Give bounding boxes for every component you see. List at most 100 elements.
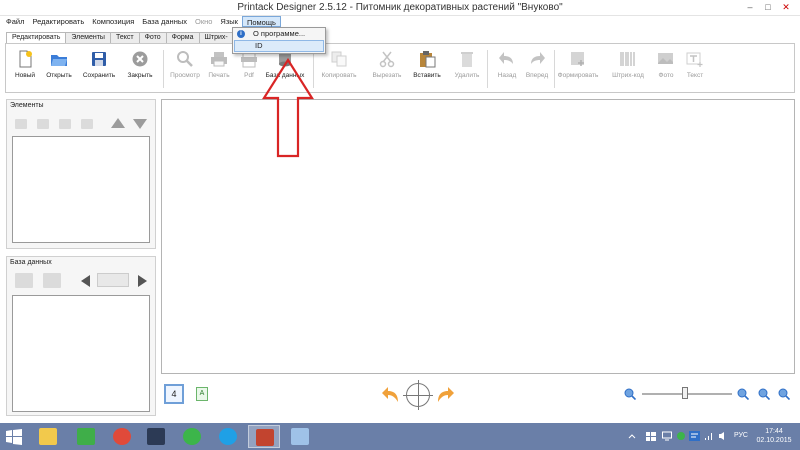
window-title: Printack Designer 2.5.12 - Питомник деко…	[237, 2, 563, 13]
elements-panel: Элементы	[6, 99, 156, 249]
close-window-button[interactable]: ✕	[778, 1, 794, 13]
edit-element-icon[interactable]	[59, 119, 71, 129]
delete-button[interactable]: Удалить	[450, 50, 484, 79]
zoom-out-icon[interactable]	[624, 388, 636, 400]
menu-file[interactable]: Файл	[2, 16, 28, 27]
record-field[interactable]	[97, 273, 129, 287]
add-element-icon[interactable]	[15, 119, 27, 129]
tab-elements[interactable]: Элементы	[65, 32, 111, 43]
clock-time: 17:44	[765, 428, 783, 435]
floppy-disk-icon	[90, 50, 108, 68]
chrome-icon	[113, 428, 131, 445]
cut-button[interactable]: Вырезать	[370, 50, 404, 79]
menu-item-id[interactable]: ID	[234, 40, 324, 52]
rotate-right-icon[interactable]	[434, 384, 456, 406]
toolbar-separator	[554, 50, 555, 88]
close-circle-icon	[131, 50, 149, 68]
clipboard-icon	[418, 50, 436, 68]
trash-icon	[458, 50, 476, 68]
design-canvas[interactable]	[161, 99, 795, 374]
barcode-icon	[619, 50, 637, 68]
format-button[interactable]: Формировать	[558, 50, 598, 79]
previous-record-icon[interactable]	[81, 275, 90, 287]
undo-arrow-icon	[498, 50, 516, 68]
input-language[interactable]: РУС	[734, 432, 748, 439]
photo-viewer-icon	[147, 428, 165, 445]
close-button[interactable]: Закрыть	[123, 50, 157, 79]
taskbar-chrome[interactable]	[106, 425, 138, 448]
toolbar-separator	[163, 50, 164, 88]
zoom-fit-icon[interactable]	[758, 388, 770, 400]
db-connect-icon[interactable]	[15, 273, 33, 288]
taskbar-paint[interactable]	[284, 425, 316, 448]
ribbon-tabs: Редактировать Элементы Текст Фото Форма …	[6, 32, 234, 44]
menu-database[interactable]: База данных	[138, 16, 191, 27]
menu-language[interactable]: Язык	[216, 16, 242, 27]
database-panel-title: База данных	[10, 259, 52, 266]
clock[interactable]: 17:44 02.10.2015	[754, 427, 794, 445]
next-record-icon[interactable]	[138, 275, 147, 287]
network-tray-icon[interactable]	[704, 431, 714, 441]
clock-date: 02.10.2015	[756, 437, 792, 444]
tray-expand-icon[interactable]	[628, 432, 636, 440]
text-frame-icon	[686, 50, 704, 68]
windows-flag-tray-icon[interactable]	[646, 431, 656, 441]
taskbar-explorer[interactable]	[32, 425, 64, 448]
tab-photo[interactable]: Фото	[138, 32, 167, 43]
zoom-slider-thumb[interactable]	[682, 387, 688, 399]
monitor-tray-icon[interactable]	[662, 431, 672, 441]
taskbar-photos[interactable]	[140, 425, 172, 448]
text-button[interactable]: Текст	[678, 50, 712, 79]
copy-icon	[330, 50, 348, 68]
mail-at-icon	[183, 428, 201, 445]
taskbar-printack[interactable]	[248, 425, 280, 448]
folder-icon	[39, 428, 57, 445]
elements-list[interactable]	[12, 136, 150, 243]
maximize-button[interactable]: □	[760, 1, 776, 13]
tab-shape[interactable]: Форма	[165, 32, 200, 43]
taskbar-calculator[interactable]	[70, 425, 102, 448]
windows-start-icon[interactable]	[6, 429, 22, 445]
volume-tray-icon[interactable]	[718, 431, 728, 441]
rotate-left-icon[interactable]	[380, 384, 402, 406]
database-list[interactable]	[12, 295, 150, 412]
menu-composition[interactable]: Композиция	[88, 16, 138, 27]
zoom-page-icon[interactable]	[778, 388, 790, 400]
format-page-icon	[569, 50, 587, 68]
menu-item-about[interactable]: i О программе...	[233, 28, 325, 40]
save-button[interactable]: Сохранить	[82, 50, 116, 79]
menu-edit[interactable]: Редактировать	[28, 16, 88, 27]
group-element-icon[interactable]	[37, 119, 49, 129]
remove-element-icon[interactable]	[81, 119, 93, 129]
folder-open-icon	[50, 50, 68, 68]
taskbar-skype[interactable]	[212, 425, 244, 448]
printer-icon	[210, 50, 228, 68]
taskbar-mail[interactable]	[176, 425, 208, 448]
redo-arrow-icon	[528, 50, 546, 68]
paste-button[interactable]: Вставить	[410, 50, 444, 79]
tab-text[interactable]: Текст	[109, 32, 140, 43]
keyboard-layout-tray-icon[interactable]	[689, 431, 700, 441]
copy-button[interactable]: Копировать	[322, 50, 357, 79]
database-button[interactable]: База данных	[266, 50, 304, 79]
add-page-button[interactable]: A	[196, 387, 208, 401]
menu-item-about-label: О программе...	[253, 29, 306, 38]
help-dropdown: i О программе... ID	[232, 27, 326, 54]
info-icon: i	[237, 30, 245, 38]
green-app-tray-icon[interactable]	[676, 431, 686, 441]
move-up-icon[interactable]	[111, 118, 125, 128]
move-down-icon[interactable]	[133, 119, 147, 129]
menu-help[interactable]: Помощь	[241, 16, 281, 27]
elements-panel-title: Элементы	[10, 102, 44, 109]
menu-window[interactable]: Окно	[191, 16, 216, 27]
page-number-button[interactable]: 4	[164, 384, 184, 404]
tab-barcode[interactable]: Штрих-	[198, 32, 234, 43]
scissors-icon	[378, 50, 396, 68]
minimize-button[interactable]: –	[742, 1, 758, 13]
db-table-icon[interactable]	[43, 273, 61, 288]
align-center-icon[interactable]	[403, 380, 433, 410]
redo-button[interactable]: Вперед	[520, 50, 554, 79]
open-button[interactable]: Открыть	[42, 50, 76, 79]
zoom-in-icon[interactable]	[737, 388, 749, 400]
barcode-button[interactable]: Штрих-код	[611, 50, 645, 79]
